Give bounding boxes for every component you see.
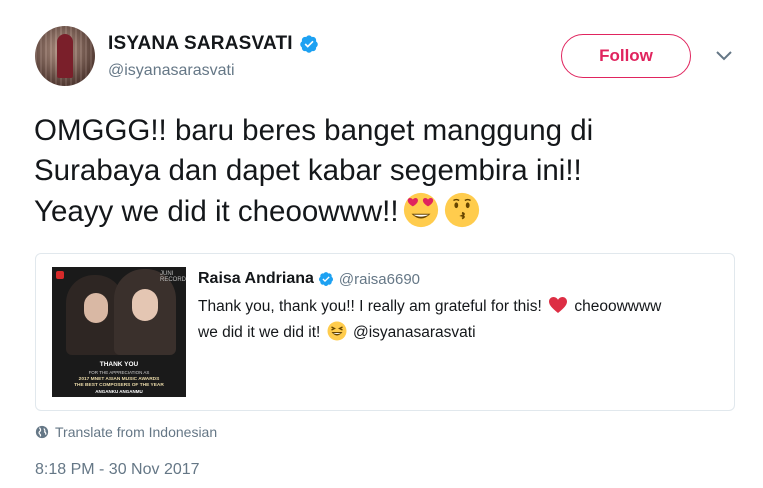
heart-eyes-emoji-icon <box>403 192 438 228</box>
image-for-text: FOR THE APPRECIATION AS <box>88 370 150 375</box>
tweet-timestamp[interactable]: 8:18 PM - 30 Nov 2017 <box>35 461 200 479</box>
verified-badge-icon <box>318 272 333 286</box>
image-song: ANGANKU ANGANMU <box>95 389 143 394</box>
quoted-tweet-text: Thank you, thank you!! I really am grate… <box>198 294 728 346</box>
image-thank-you: THANK YOU <box>99 361 139 368</box>
image-label-top: JUNI RECORDS <box>160 271 186 283</box>
quoted-mention-link[interactable]: @isyanasarasvati <box>353 324 476 341</box>
globe-icon <box>35 425 49 439</box>
quoted-tweet-image[interactable]: JUNI RECORDS THANK YOU FOR THE APPRECIAT… <box>52 267 186 397</box>
quoted-author-name[interactable]: Raisa Andriana <box>198 270 314 288</box>
red-heart-emoji-icon <box>549 297 568 313</box>
quoted-tweet-header: Raisa Andriana @raisa6690 <box>198 270 420 288</box>
image-award-2: THE BEST COMPOSERS OF THE YEAR <box>74 383 164 388</box>
image-person-right-face <box>132 289 158 321</box>
kissing-emoji-icon <box>444 192 479 228</box>
follow-button[interactable]: Follow <box>561 34 691 78</box>
chevron-down-icon[interactable] <box>715 50 733 62</box>
tweet-line-1: OMGGG!! baru beres banget manggung di <box>34 114 594 147</box>
quoted-text-part-2: cheoowwww <box>574 298 662 315</box>
author-name-row: ISYANA SARASVATI <box>108 33 319 55</box>
translate-label[interactable]: Translate from Indonesian <box>55 424 217 440</box>
quoted-tweet-card[interactable]: JUNI RECORDS THANK YOU FOR THE APPRECIAT… <box>35 253 735 411</box>
image-award: 2017 MNET ASIAN MUSIC AWARDS <box>78 377 160 382</box>
author-name[interactable]: ISYANA SARASVATI <box>108 33 293 55</box>
translate-link[interactable]: Translate from Indonesian <box>35 424 217 440</box>
sony-logo-icon <box>56 271 64 279</box>
avatar-figure <box>57 34 73 78</box>
verified-badge-icon <box>300 35 318 53</box>
tweet-line-3-text: Yeayy we did it cheoowww!! <box>34 195 399 228</box>
tweet-text: OMGGG!! baru beres banget manggung di Su… <box>34 111 744 232</box>
quoted-text-part-1: Thank you, thank you!! I really am grate… <box>198 298 542 315</box>
laughing-emoji-icon <box>327 321 347 341</box>
image-person-left-face <box>84 293 108 323</box>
author-avatar[interactable] <box>35 26 95 86</box>
quoted-text-part-3: we did it we did it! <box>198 324 321 341</box>
author-handle[interactable]: @isyanasarasvati <box>108 62 235 80</box>
tweet-line-2: Surabaya dan dapet kabar segembira ini!! <box>34 154 582 187</box>
tweet-line-3: Yeayy we did it cheoowww!! <box>34 191 744 232</box>
quoted-author-handle[interactable]: @raisa6690 <box>339 271 420 288</box>
